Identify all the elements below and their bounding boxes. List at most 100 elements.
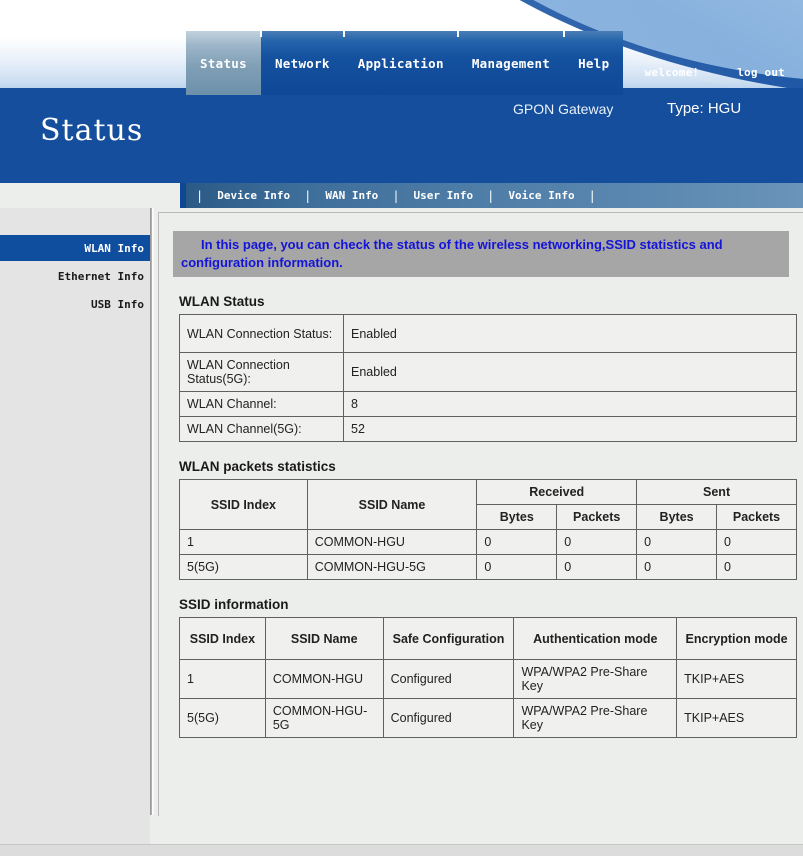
table-row: 5(5G) COMMON-HGU-5G Configured WPA/WPA2 … [179, 698, 797, 739]
subtab-separator: | [588, 188, 596, 203]
cell-sent-bytes: 0 [636, 554, 718, 581]
ssid-information-heading: SSID information [179, 597, 289, 613]
welcome-label: welcome! [644, 66, 700, 79]
col-sent-bytes: Bytes [636, 504, 718, 531]
col-received-bytes: Bytes [476, 504, 558, 531]
cell-received-packets: 0 [556, 554, 638, 581]
cell-authentication-mode: WPA/WPA2 Pre-Share Key [513, 698, 678, 739]
subtab-separator: | [487, 188, 495, 203]
sub-tab-bar: | Device Info | WAN Info | User Info | V… [186, 183, 803, 208]
cell-encryption-mode: TKIP+AES [676, 698, 797, 739]
subtab-separator: | [304, 188, 312, 203]
table-row: WLAN Connection Status(5G): Enabled [179, 352, 797, 393]
cell-authentication-mode: WPA/WPA2 Pre-Share Key [513, 659, 678, 700]
cell-ssid-name: COMMON-HGU-5G [306, 554, 478, 581]
col-ssid-index: SSID Index [179, 479, 308, 531]
subtab-separator: | [196, 188, 204, 203]
cell-ssid-name: COMMON-HGU [306, 529, 478, 556]
table-row: 1 COMMON-HGU 0 0 0 0 [179, 529, 797, 556]
sidebar-item-ethernet-info[interactable]: Ethernet Info [0, 263, 150, 289]
table-row: 5(5G) COMMON-HGU-5G 0 0 0 0 [179, 554, 797, 581]
cell-ssid-index: 1 [179, 529, 308, 556]
footer-strip [0, 844, 803, 856]
wlan-connection-status-5g-label: WLAN Connection Status(5G): [179, 352, 344, 393]
tab-management-label: Management [471, 55, 551, 71]
wlan-status-table: WLAN Connection Status: Enabled WLAN Con… [179, 314, 797, 443]
tab-network[interactable]: Network [259, 31, 344, 95]
packets-statistics-table: SSID Index SSID Name Received Sent Bytes… [179, 479, 797, 581]
col-safe-configuration: Safe Configuration [382, 617, 515, 661]
main-tab-bar: Status Network Application Management He… [186, 31, 624, 95]
page-notice: In this page, you can check the status o… [173, 231, 789, 278]
tab-status[interactable]: Status [186, 31, 261, 95]
tab-help-label: Help [578, 55, 610, 71]
wlan-connection-status-5g-value: Enabled [343, 352, 797, 393]
cell-safe-configuration: Configured [382, 659, 515, 700]
wlan-channel-5g-label: WLAN Channel(5G): [179, 416, 344, 443]
cell-ssid-index: 5(5G) [179, 554, 308, 581]
sidebar-item-label: USB Info [91, 297, 144, 311]
cell-encryption-mode: TKIP+AES [676, 659, 797, 700]
sidebar-divider [150, 208, 154, 815]
cell-sent-packets: 0 [716, 554, 797, 581]
cell-sent-packets: 0 [716, 529, 797, 556]
table-row: WLAN Connection Status: Enabled [179, 314, 797, 354]
cell-received-bytes: 0 [476, 554, 558, 581]
wlan-channel-value: 8 [343, 391, 797, 418]
col-received-group: Received [476, 479, 638, 506]
table-row: WLAN Channel: 8 [179, 391, 797, 418]
col-ssid-name: SSID Name [264, 617, 384, 661]
tab-application-label: Application [357, 55, 444, 71]
cell-ssid-name: COMMON-HGU [264, 659, 384, 700]
col-sent-packets: Packets [716, 504, 797, 531]
nav-band: Status GPON Gateway Type: HGU [0, 88, 803, 183]
table-row: WLAN Channel(5G): 52 [179, 416, 797, 443]
col-authentication-mode: Authentication mode [513, 617, 678, 661]
subtab-separator: | [392, 188, 400, 203]
col-sent-group: Sent [636, 479, 797, 506]
table-header-row: SSID Index SSID Name Received Sent [179, 479, 797, 531]
tab-help[interactable]: Help [563, 31, 624, 95]
subtab-wan-info[interactable]: WAN Info [311, 189, 392, 202]
subtab-voice-info[interactable]: Voice Info [494, 189, 588, 202]
wlan-connection-status-label: WLAN Connection Status: [179, 314, 344, 354]
cell-sent-bytes: 0 [636, 529, 718, 556]
wlan-channel-label: WLAN Channel: [179, 391, 344, 418]
col-ssid-name: SSID Name [306, 479, 478, 531]
router-admin-page: welcome! log out Status GPON Gateway Typ… [0, 0, 803, 856]
sidebar-item-label: Ethernet Info [57, 269, 144, 283]
sidebar-item-wlan-info[interactable]: WLAN Info [0, 235, 150, 261]
col-encryption-mode: Encryption mode [676, 617, 797, 661]
cell-received-bytes: 0 [476, 529, 558, 556]
sidebar: WLAN Info Ethernet Info USB Info [0, 208, 150, 815]
wlan-status-heading: WLAN Status [179, 294, 265, 310]
table-row: 1 COMMON-HGU Configured WPA/WPA2 Pre-Sha… [179, 659, 797, 700]
cell-ssid-name: COMMON-HGU-5G [264, 698, 384, 739]
gateway-label: GPON Gateway [513, 101, 614, 117]
page-title: Status [40, 113, 144, 148]
sidebar-bottom-fill [0, 815, 150, 844]
wlan-connection-status-value: Enabled [343, 314, 797, 354]
tab-network-label: Network [274, 55, 330, 71]
device-type-label: Type: HGU [667, 100, 742, 117]
banner-links: welcome! log out [645, 66, 785, 79]
col-ssid-index: SSID Index [179, 617, 266, 661]
cell-received-packets: 0 [556, 529, 638, 556]
cell-ssid-index: 1 [179, 659, 266, 700]
subtab-user-info[interactable]: User Info [400, 189, 488, 202]
cell-ssid-index: 5(5G) [179, 698, 266, 739]
sidebar-item-usb-info[interactable]: USB Info [0, 291, 150, 317]
col-received-packets: Packets [556, 504, 638, 531]
sidebar-item-label: WLAN Info [84, 241, 144, 255]
tab-management[interactable]: Management [456, 31, 565, 95]
logout-link[interactable]: log out [737, 66, 785, 79]
cell-safe-configuration: Configured [382, 698, 515, 739]
table-header-row: SSID Index SSID Name Safe Configuration … [179, 617, 797, 661]
content-panel: In this page, you can check the status o… [158, 212, 803, 816]
packets-statistics-heading: WLAN packets statistics [179, 459, 336, 475]
subtab-device-info[interactable]: Device Info [203, 189, 304, 202]
wlan-channel-5g-value: 52 [343, 416, 797, 443]
tab-status-label: Status [200, 55, 247, 71]
tab-application[interactable]: Application [342, 31, 458, 95]
ssid-information-table: SSID Index SSID Name Safe Configuration … [179, 617, 797, 739]
